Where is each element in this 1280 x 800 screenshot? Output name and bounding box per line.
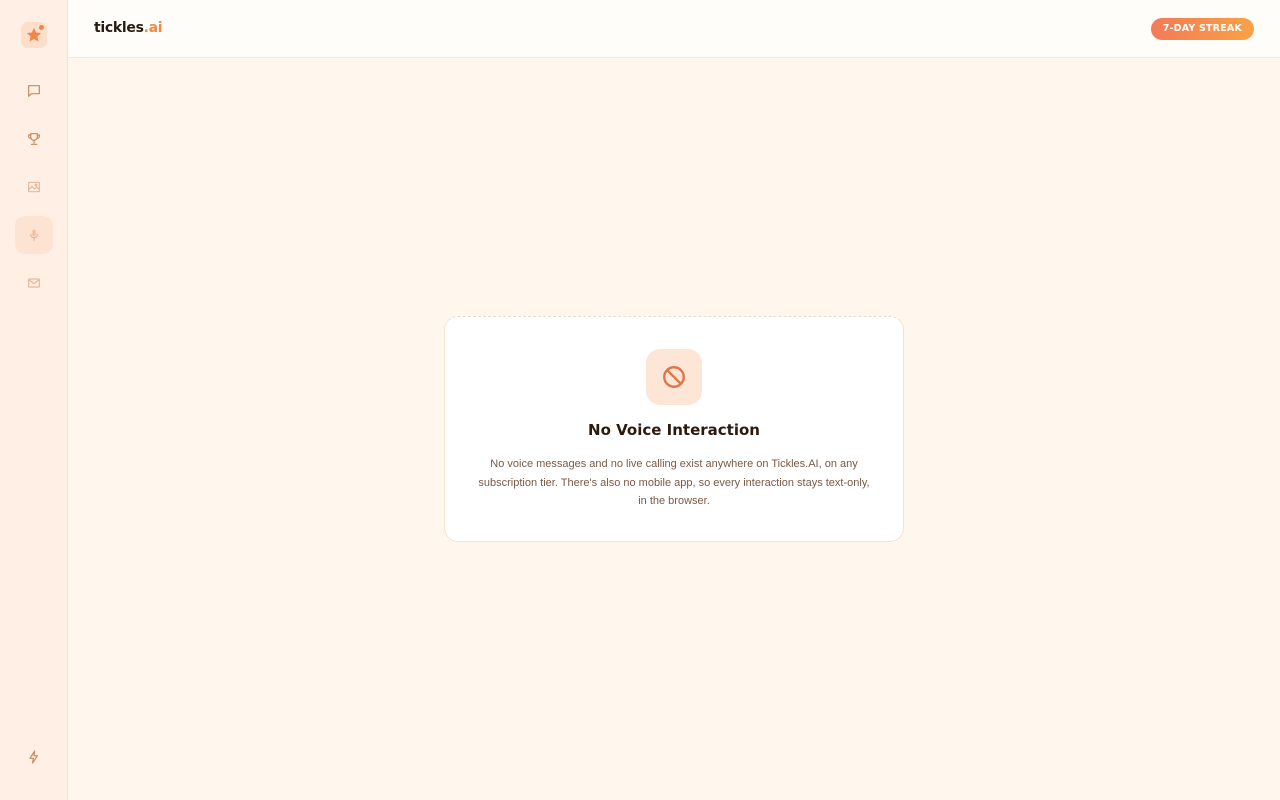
brand-name: tickles [94,20,144,36]
mail-icon [28,278,40,288]
voice-unavailable-card: No Voice Interaction No voice messages a… [444,316,904,542]
notification-dot [39,25,44,30]
chat-icon [28,85,40,97]
microphone-icon [30,229,38,241]
description-line: in the browser. [638,495,710,507]
description-line: subscription tier. There's also no mobil… [478,476,870,489]
no-entry-icon [663,366,685,388]
sidebar-item-gallery[interactable] [15,168,53,206]
card-title: No Voice Interaction [588,421,760,439]
app-logo[interactable] [21,22,47,48]
sidebar-item-messages[interactable] [15,264,53,302]
sidebar-item-boost[interactable] [15,738,53,776]
card-description: No voice messages and no live calling ex… [475,455,873,511]
sidebar-item-chat[interactable] [15,72,53,110]
sidebar [0,0,68,800]
lightning-icon [29,750,38,764]
card-icon-container [646,349,702,405]
streak-badge[interactable]: 7-DAY STREAK [1150,18,1254,40]
description-line: No voice messages and no live calling ex… [490,458,858,470]
image-icon [28,181,40,193]
trophy-icon [28,133,40,145]
brand-logo[interactable]: tickles.ai [94,20,163,36]
top-bar: tickles.ai 7-DAY STREAK [68,0,1280,58]
app-window: tickles.ai 7-DAY STREAK No Voice Interac… [0,0,1280,800]
brand-suffix: .ai [143,20,163,36]
sidebar-item-voice[interactable] [15,216,53,254]
sidebar-item-achievements[interactable] [15,120,53,158]
